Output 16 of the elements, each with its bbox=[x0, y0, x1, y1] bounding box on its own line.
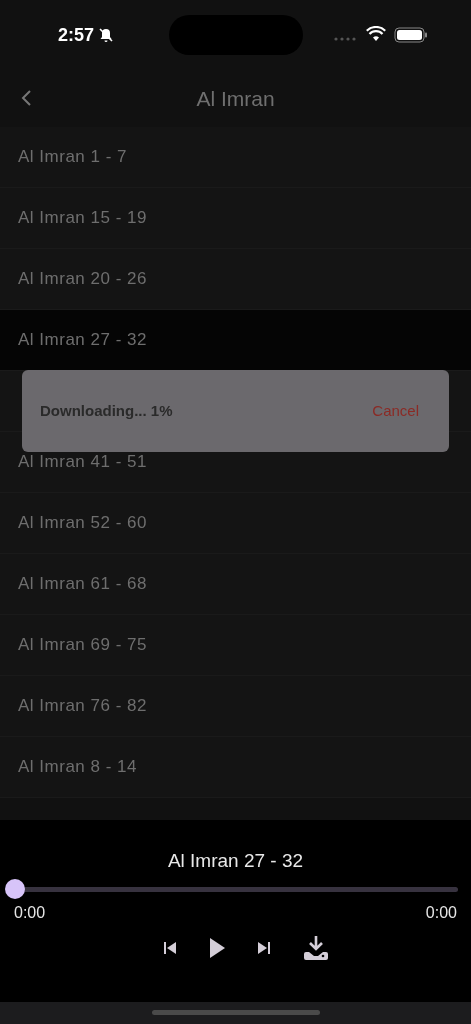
back-icon[interactable] bbox=[20, 89, 32, 107]
screen-title: Al Imran bbox=[196, 85, 275, 112]
list-row[interactable]: Al Imran 27 - 32 bbox=[0, 310, 471, 371]
wifi-icon bbox=[366, 26, 386, 42]
download-progress-text: Downloading... 1% bbox=[40, 400, 173, 421]
elapsed-time: 0:00 bbox=[14, 903, 46, 923]
next-icon[interactable] bbox=[255, 940, 272, 956]
battery-icon bbox=[394, 27, 428, 43]
download-icon[interactable] bbox=[301, 935, 330, 961]
previous-icon[interactable] bbox=[161, 940, 178, 956]
duration-time: 0:00 bbox=[425, 903, 457, 923]
status-time: 2:57 bbox=[58, 23, 95, 47]
track-title: Al Imran 27 - 32 bbox=[166, 850, 305, 872]
play-icon[interactable] bbox=[207, 937, 226, 959]
signal-icon bbox=[334, 37, 358, 41]
muted-bell-icon bbox=[98, 27, 115, 43]
